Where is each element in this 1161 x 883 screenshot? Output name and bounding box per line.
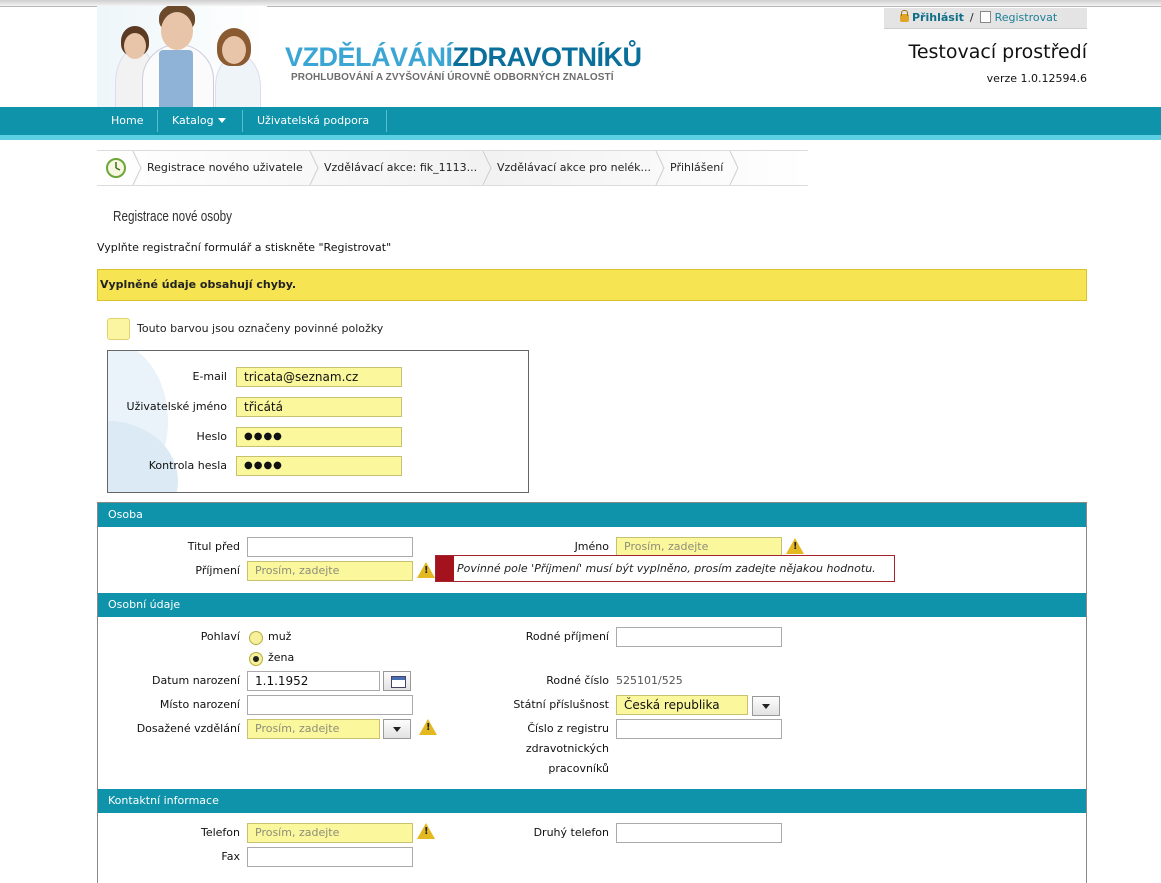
breadcrumb-item[interactable]: Registrace nového uživatele xyxy=(147,151,303,185)
header-doctors-image xyxy=(97,6,267,107)
section-header-personal: Osobní údaje xyxy=(98,593,1086,617)
lock-icon xyxy=(900,10,909,22)
warning-glyph: ! xyxy=(424,826,429,837)
password-confirm-label: Kontrola hesla xyxy=(148,459,227,472)
nav-catalog-label: Katalog xyxy=(172,114,214,127)
birth-place-label: Místo narození xyxy=(159,698,240,711)
error-banner: Vyplněné údaje obsahují chyby. xyxy=(97,269,1087,301)
username-label: Uživatelské jméno xyxy=(126,400,227,413)
breadcrumb-separator xyxy=(309,151,319,185)
breadcrumb-item[interactable]: Přihlášení xyxy=(670,151,723,185)
email-label: E-mail xyxy=(192,370,228,383)
title-before-label: Titul před xyxy=(187,540,240,553)
birth-number-value: 525101/525 xyxy=(616,674,683,687)
chevron-down-icon xyxy=(217,118,226,123)
required-legend: Touto barvou jsou označeny povinné polož… xyxy=(137,322,384,335)
education-select[interactable]: Prosím, zadejte xyxy=(247,719,380,739)
logo-word-2: ZDRAVOTNÍKŮ xyxy=(452,42,642,72)
birth-date-label: Datum narození xyxy=(152,674,240,687)
last-name-label: Příjmení xyxy=(195,564,240,577)
registry-label-line1: Číslo z registru xyxy=(527,722,609,735)
gender-male-radio[interactable] xyxy=(249,631,263,645)
logo-word-1: VZDĚLÁVÁNÍ xyxy=(285,42,453,72)
registry-label-line2: zdravotnických xyxy=(525,742,609,755)
page-title: Registrace nové osoby xyxy=(113,208,233,225)
gender-female-label[interactable]: žena xyxy=(268,651,294,664)
error-marker xyxy=(436,556,454,581)
password-label: Heslo xyxy=(196,430,227,443)
error-tooltip-text: Povinné pole 'Příjmení' musí být vyplněn… xyxy=(457,562,876,575)
birth-date-field[interactable]: 1.1.1952 xyxy=(247,671,380,691)
login-link[interactable]: Přihlásit xyxy=(912,11,964,24)
main-nav: Home Katalog Uživatelská podpora xyxy=(0,107,1161,135)
warning-glyph: ! xyxy=(793,541,798,552)
dropdown-arrow-icon[interactable] xyxy=(383,719,411,739)
first-name-label: Jméno xyxy=(574,540,609,553)
login-separator: / xyxy=(969,11,974,24)
nav-underline xyxy=(0,135,1161,140)
password-confirm-field[interactable]: ●●●● xyxy=(236,456,402,476)
login-bar: Přihlásit / Registrovat xyxy=(884,8,1087,29)
education-label: Dosažené vzdělání xyxy=(136,722,240,735)
clock-icon[interactable] xyxy=(97,151,132,185)
warning-glyph: ! xyxy=(426,722,431,733)
nav-catalog[interactable]: Katalog xyxy=(172,107,226,135)
breadcrumb: Registrace nového uživatele Vzdělávací a… xyxy=(97,150,808,186)
username-field[interactable]: třicátá xyxy=(236,397,402,417)
section-header-person: Osoba xyxy=(98,503,1086,527)
title-before-field[interactable] xyxy=(247,537,413,557)
dropdown-arrow-icon[interactable] xyxy=(752,696,780,716)
nav-support[interactable]: Uživatelská podpora xyxy=(257,107,369,135)
second-phone-label: Druhý telefon xyxy=(533,826,609,839)
nav-divider xyxy=(157,110,158,132)
second-phone-field[interactable] xyxy=(616,823,782,843)
section-header-contact: Kontaktní informace xyxy=(98,789,1086,813)
breadcrumb-item[interactable]: Vzdělávací akce pro nelék... xyxy=(497,151,651,185)
breadcrumb-separator xyxy=(132,151,142,185)
gender-female-radio[interactable] xyxy=(249,652,263,666)
birth-place-field[interactable] xyxy=(247,695,413,715)
phone-label: Telefon xyxy=(200,826,240,839)
maiden-name-field[interactable] xyxy=(616,627,782,647)
fax-label: Fax xyxy=(221,850,240,863)
fax-field[interactable] xyxy=(247,847,413,867)
warning-icon: ! xyxy=(417,823,435,839)
required-color-swatch xyxy=(107,318,130,340)
calendar-button[interactable] xyxy=(383,671,411,691)
phone-field[interactable]: Prosím, zadejte xyxy=(247,823,413,843)
warning-icon: ! xyxy=(786,538,804,554)
site-logo-title[interactable]: VZDĚLÁVÁNÍZDRAVOTNÍKŮ xyxy=(285,42,642,72)
first-name-field[interactable]: Prosím, zadejte xyxy=(616,537,782,557)
gender-label: Pohlaví xyxy=(200,630,240,643)
page-intro: Vyplňte registrační formulář a stiskněte… xyxy=(97,241,392,254)
registry-number-field[interactable] xyxy=(616,719,782,739)
warning-glyph: ! xyxy=(424,565,429,576)
edit-icon xyxy=(979,11,991,23)
environment-title: Testovací prostředí xyxy=(908,41,1087,63)
version-label: verze 1.0.12594.6 xyxy=(986,72,1087,85)
calendar-icon xyxy=(391,676,406,688)
maiden-name-label: Rodné příjmení xyxy=(525,630,609,643)
warning-icon: ! xyxy=(419,719,437,735)
breadcrumb-separator xyxy=(729,151,739,185)
nav-divider xyxy=(386,110,387,132)
gender-male-label[interactable]: muž xyxy=(268,630,291,643)
breadcrumb-separator xyxy=(655,151,665,185)
password-field[interactable]: ●●●● xyxy=(236,427,402,447)
nav-home[interactable]: Home xyxy=(111,107,143,135)
breadcrumb-item[interactable]: Vzdělávací akce: fik_1113... xyxy=(324,151,477,185)
error-tooltip: Povinné pole 'Příjmení' musí být vyplněn… xyxy=(435,555,895,582)
warning-icon: ! xyxy=(417,562,435,578)
register-link[interactable]: Registrovat xyxy=(995,11,1058,24)
citizenship-select[interactable]: Česká republika xyxy=(616,695,748,715)
site-logo-subtitle: PROHLUBOVÁNÍ A ZVYŠOVÁNÍ ÚROVNĚ ODBORNÝC… xyxy=(291,72,614,83)
nav-divider xyxy=(242,110,243,132)
breadcrumb-separator xyxy=(482,151,492,185)
last-name-field[interactable]: Prosím, zadejte xyxy=(247,561,413,581)
birth-number-label: Rodné číslo xyxy=(546,674,609,687)
email-field[interactable]: tricata@seznam.cz xyxy=(236,367,402,387)
registry-label-line3: pracovníků xyxy=(548,762,609,775)
citizenship-label: Státní příslušnost xyxy=(513,698,609,711)
